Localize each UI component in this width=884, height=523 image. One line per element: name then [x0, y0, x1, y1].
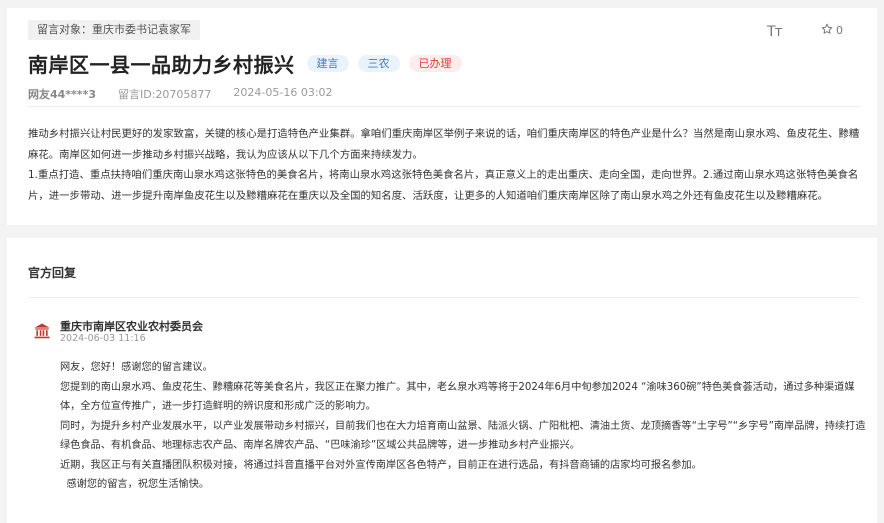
message-title: 南岸区一县一品助力乡村振兴 — [28, 53, 295, 77]
message-paragraph: 1.重点打造、重点扶持咱们重庆南山泉水鸡这张特色的美食名片，将南山泉水鸡这张特色… — [28, 169, 859, 202]
message-date: 2024-05-16 03:02 — [233, 86, 333, 99]
reply-time: 2024-06-03 11:16 — [60, 333, 146, 344]
message-id: 留言ID:20705877 — [117, 88, 212, 101]
favorite-button[interactable]: 0 — [821, 23, 843, 38]
official-reply-card: 官方回复 重庆市南岸区农业农村委员会 2024-06-03 11:16 网友，您… — [7, 238, 877, 523]
title-row: 南岸区一县一品助力乡村振兴 建言 三农 已办理 — [28, 49, 471, 78]
tag-status-handled: 已办理 — [408, 55, 462, 72]
reply-paragraph: 网友，您好！感谢您的留言建议。 — [60, 362, 213, 373]
tag-agriculture: 三农 — [357, 55, 400, 72]
divider — [28, 297, 860, 298]
reply-org-name: 重庆市南岸区农业农村委员会 — [60, 320, 203, 333]
divider — [28, 106, 860, 107]
reply-content: 网友，您好！感谢您的留言建议。 您提到的南山泉水鸡、鱼皮花生、黪糟麻花等美食名片… — [60, 358, 866, 495]
message-meta: 网友44****3 留言ID:20705877 2024-05-16 03:02 — [28, 86, 333, 102]
official-reply-title: 官方回复 — [28, 266, 77, 280]
government-building-icon — [33, 322, 51, 340]
star-icon — [821, 23, 833, 38]
tag-suggestion: 建言 — [306, 55, 349, 72]
message-target: 留言对象：重庆市委书记袁家军 — [28, 20, 200, 40]
message-author: 网友44****3 — [28, 88, 96, 101]
message-card: 留言对象：重庆市委书记袁家军 Tт 0 南岸区一县一品助力乡村振兴 建言 三农 … — [7, 8, 877, 225]
message-content: 推动乡村振兴让村民更好的发家致富，关键的核心是打造特色产业集群。拿咱们重庆南岸区… — [28, 124, 860, 206]
reply-paragraph: 感谢您的留言，祝您生活愉快。 — [60, 479, 210, 490]
reply-paragraph: 近期，我区正与有关直播团队积极对接，将通过抖音直播平台对外宣传南岸区各色特产，目… — [60, 459, 702, 471]
reply-paragraph: 同时，为提升乡村产业发展水平，以产业发展带动乡村振兴，目前我们也在大力培育南山盆… — [60, 420, 866, 452]
reply-paragraph: 您提到的南山泉水鸡、鱼皮花生、黪糟麻花等美食名片，我区正在聚力推广。其中，老幺泉… — [60, 381, 855, 413]
favorite-count: 0 — [836, 24, 843, 37]
message-paragraph: 推动乡村振兴让村民更好的发家致富，关键的核心是打造特色产业集群。拿咱们重庆南岸区… — [28, 128, 860, 161]
font-size-toggle-icon[interactable]: Tт — [767, 24, 783, 40]
